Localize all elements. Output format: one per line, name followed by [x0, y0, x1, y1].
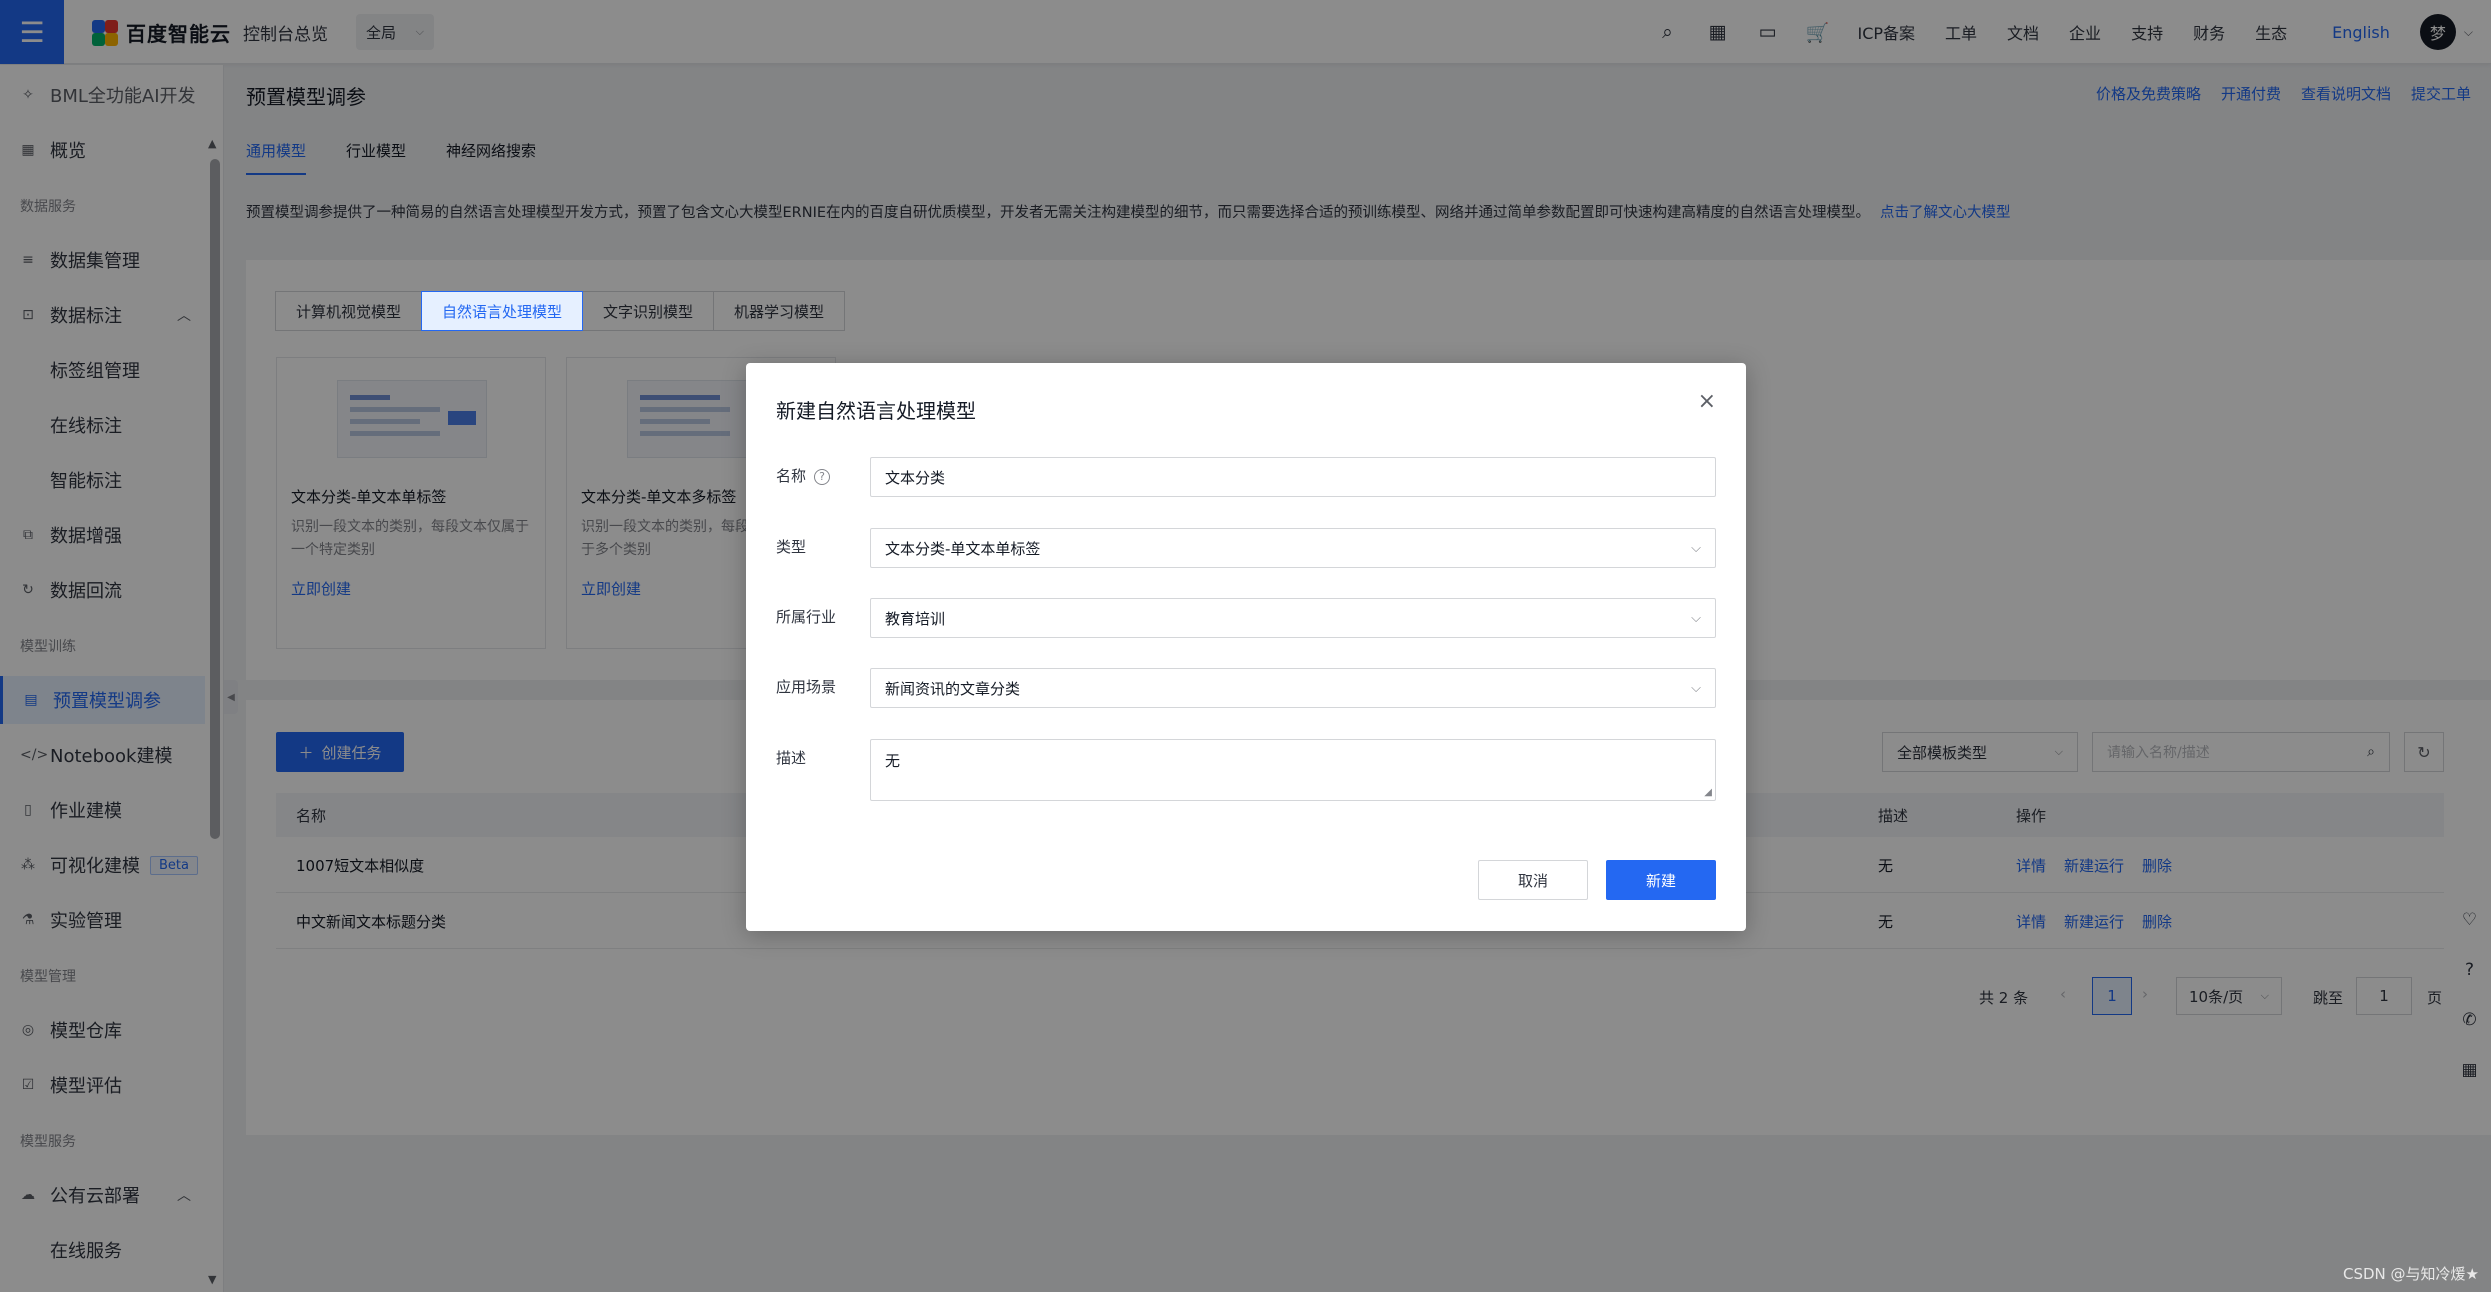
industry-select[interactable]: 教育培训 ⌵ [870, 598, 1716, 638]
type-select-value: 文本分类-单文本单标签 [885, 539, 1041, 558]
close-icon[interactable]: × [1698, 389, 1716, 414]
type-label: 类型 [776, 538, 807, 556]
scene-select[interactable]: 新闻资讯的文章分类 ⌵ [870, 668, 1716, 708]
help-icon[interactable]: ? [814, 468, 831, 485]
name-label-text: 名称 [776, 467, 807, 485]
dialog-title: 新建自然语言处理模型 [776, 399, 976, 423]
chevron-down-icon: ⌵ [1691, 540, 1701, 556]
industry-select-value: 教育培训 [885, 609, 946, 628]
name-label: 名称? [776, 465, 831, 486]
name-input[interactable]: 文本分类 [870, 457, 1716, 497]
watermark: CSDN @与知冷煖★ [2343, 1265, 2479, 1283]
desc-textarea[interactable]: 无 ◢ [870, 739, 1716, 801]
cancel-button[interactable]: 取消 [1478, 860, 1588, 900]
chevron-down-icon: ⌵ [1691, 680, 1701, 696]
desc-textarea-value: 无 [885, 752, 901, 770]
type-select[interactable]: 文本分类-单文本单标签 ⌵ [870, 528, 1716, 568]
name-input-value: 文本分类 [885, 468, 946, 487]
chevron-down-icon: ⌵ [1691, 610, 1701, 626]
create-model-dialog: 新建自然语言处理模型 × 名称? 文本分类 类型 文本分类-单文本单标签 ⌵ 所属… [746, 363, 1746, 931]
resize-handle-icon[interactable]: ◢ [1704, 787, 1712, 798]
scene-select-value: 新闻资讯的文章分类 [885, 679, 1021, 698]
create-button[interactable]: 新建 [1606, 860, 1716, 900]
industry-label: 所属行业 [776, 608, 837, 626]
scene-label: 应用场景 [776, 678, 837, 696]
tab-nlp[interactable]: 自然语言处理模型 [421, 291, 584, 331]
desc-label: 描述 [776, 749, 807, 767]
